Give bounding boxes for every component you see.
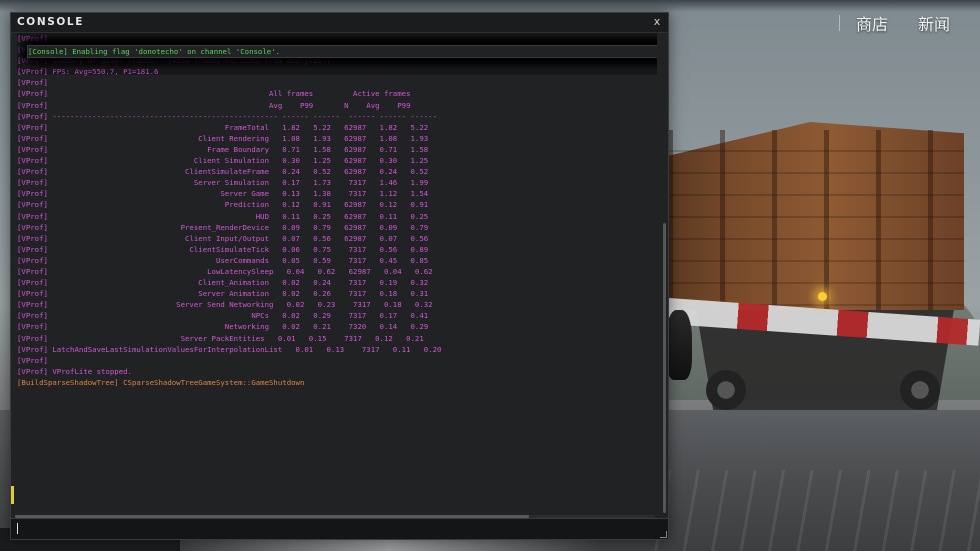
console-line: [VProf] Present_RenderDevice 0.09 0.79 6… xyxy=(17,222,429,232)
console-line: [VProf] FrameTotal 1.82 5.22 62987 1.82 … xyxy=(17,122,429,132)
console-line: [VProf] Server Game 0.13 1.38 7317 1.12 … xyxy=(17,189,429,199)
scroll-marker xyxy=(11,486,14,504)
nav-separator xyxy=(838,15,840,31)
console-window: CONSOLE x [Console] " # # # ####### # # … xyxy=(10,12,669,540)
railcar-wheel xyxy=(706,370,746,410)
console-line: [VProf] Client Input/Output 0.07 0.56 62… xyxy=(17,233,429,243)
console-line: [VProf] Networking 0.02 0.21 7320 0.14 0… xyxy=(17,322,429,332)
player-character xyxy=(666,310,692,380)
console-line: [VProf] xyxy=(17,78,48,88)
console-line: [VProf] xyxy=(17,355,48,365)
console-title: CONSOLE xyxy=(17,16,84,28)
console-line: [VProf] Client Rendering 1.08 1.93 62987… xyxy=(17,133,429,143)
console-line: [VProf] Frame Boundary 0.71 1.58 62987 0… xyxy=(17,144,429,154)
main-nav: 商店 新闻 xyxy=(838,8,980,38)
railcar-ribs xyxy=(668,130,964,310)
console-title-bar[interactable]: CONSOLE x xyxy=(11,13,668,33)
console-line: [VProf] xyxy=(17,34,48,43)
console-input-row xyxy=(11,518,668,539)
console-line: [VProf] ClientSimulateFrame 0.24 0.52 62… xyxy=(17,167,429,177)
vertical-scrollbar[interactable] xyxy=(663,223,666,513)
top-shade xyxy=(0,0,980,12)
tracks xyxy=(640,470,980,551)
console-line: [VProf] Avg P99 N Avg P99 xyxy=(17,100,411,110)
console-line: [BuildSparseShadowTree] CSparseShadowTre… xyxy=(17,377,305,387)
warning-lamp xyxy=(818,292,827,301)
close-icon[interactable]: x xyxy=(650,14,664,30)
console-line: [VProf] Server Send Networking 0.02 0.23… xyxy=(17,300,433,310)
console-line: [VProf] Server Animation 0.02 0.26 7317 … xyxy=(17,289,429,299)
console-line: [VProf] All frames Active frames xyxy=(17,89,411,99)
console-line: [VProf] LatchAndSaveLastSimulationValues… xyxy=(17,344,442,354)
console-line: [VProf] ClientSimulateTick 0.06 0.75 731… xyxy=(17,244,429,254)
console-line: [VProf] NPCs 0.02 0.29 7317 0.17 0.41 xyxy=(17,311,429,321)
resize-grip-icon[interactable] xyxy=(660,531,667,538)
console-line: [Console] Enabling flag 'donotecho' on c… xyxy=(27,45,657,59)
console-line: [VProf] FPS: Avg=550.7, P1=181.6 xyxy=(17,67,159,77)
console-line: [VProf] VProfLite stopped. xyxy=(17,366,132,376)
console-input[interactable] xyxy=(15,521,659,537)
nav-news[interactable]: 新闻 xyxy=(918,11,950,35)
console-line: [VProf] Prediction 0.12 0.91 62987 0.12 … xyxy=(17,200,429,210)
console-line: [VProf] Client_Animation 0.02 0.24 7317 … xyxy=(17,278,429,288)
console-line: [VProf] LowLatencySleep 0.04 0.62 62987 … xyxy=(17,266,433,276)
console-line: [VProf] HUD 0.11 0.25 62987 0.11 0.25 xyxy=(17,211,429,221)
nav-store[interactable]: 商店 xyxy=(856,11,888,35)
console-log[interactable]: [Console] " # # # ####### # # # # # # #[… xyxy=(17,33,657,516)
console-line: [VProf] UserCommands 0.05 0.59 7317 0.45… xyxy=(17,255,429,265)
railcar-wheel xyxy=(900,370,940,410)
console-line: [VProf] Client Simulation 0.30 1.25 6298… xyxy=(17,156,429,166)
console-line: [VProf] --------------------------------… xyxy=(17,111,438,121)
console-line: [VProf] Server PackEntities 0.01 0.15 73… xyxy=(17,333,424,343)
console-line: [VProf] Server Simulation 0.17 1.73 7317… xyxy=(17,178,429,188)
